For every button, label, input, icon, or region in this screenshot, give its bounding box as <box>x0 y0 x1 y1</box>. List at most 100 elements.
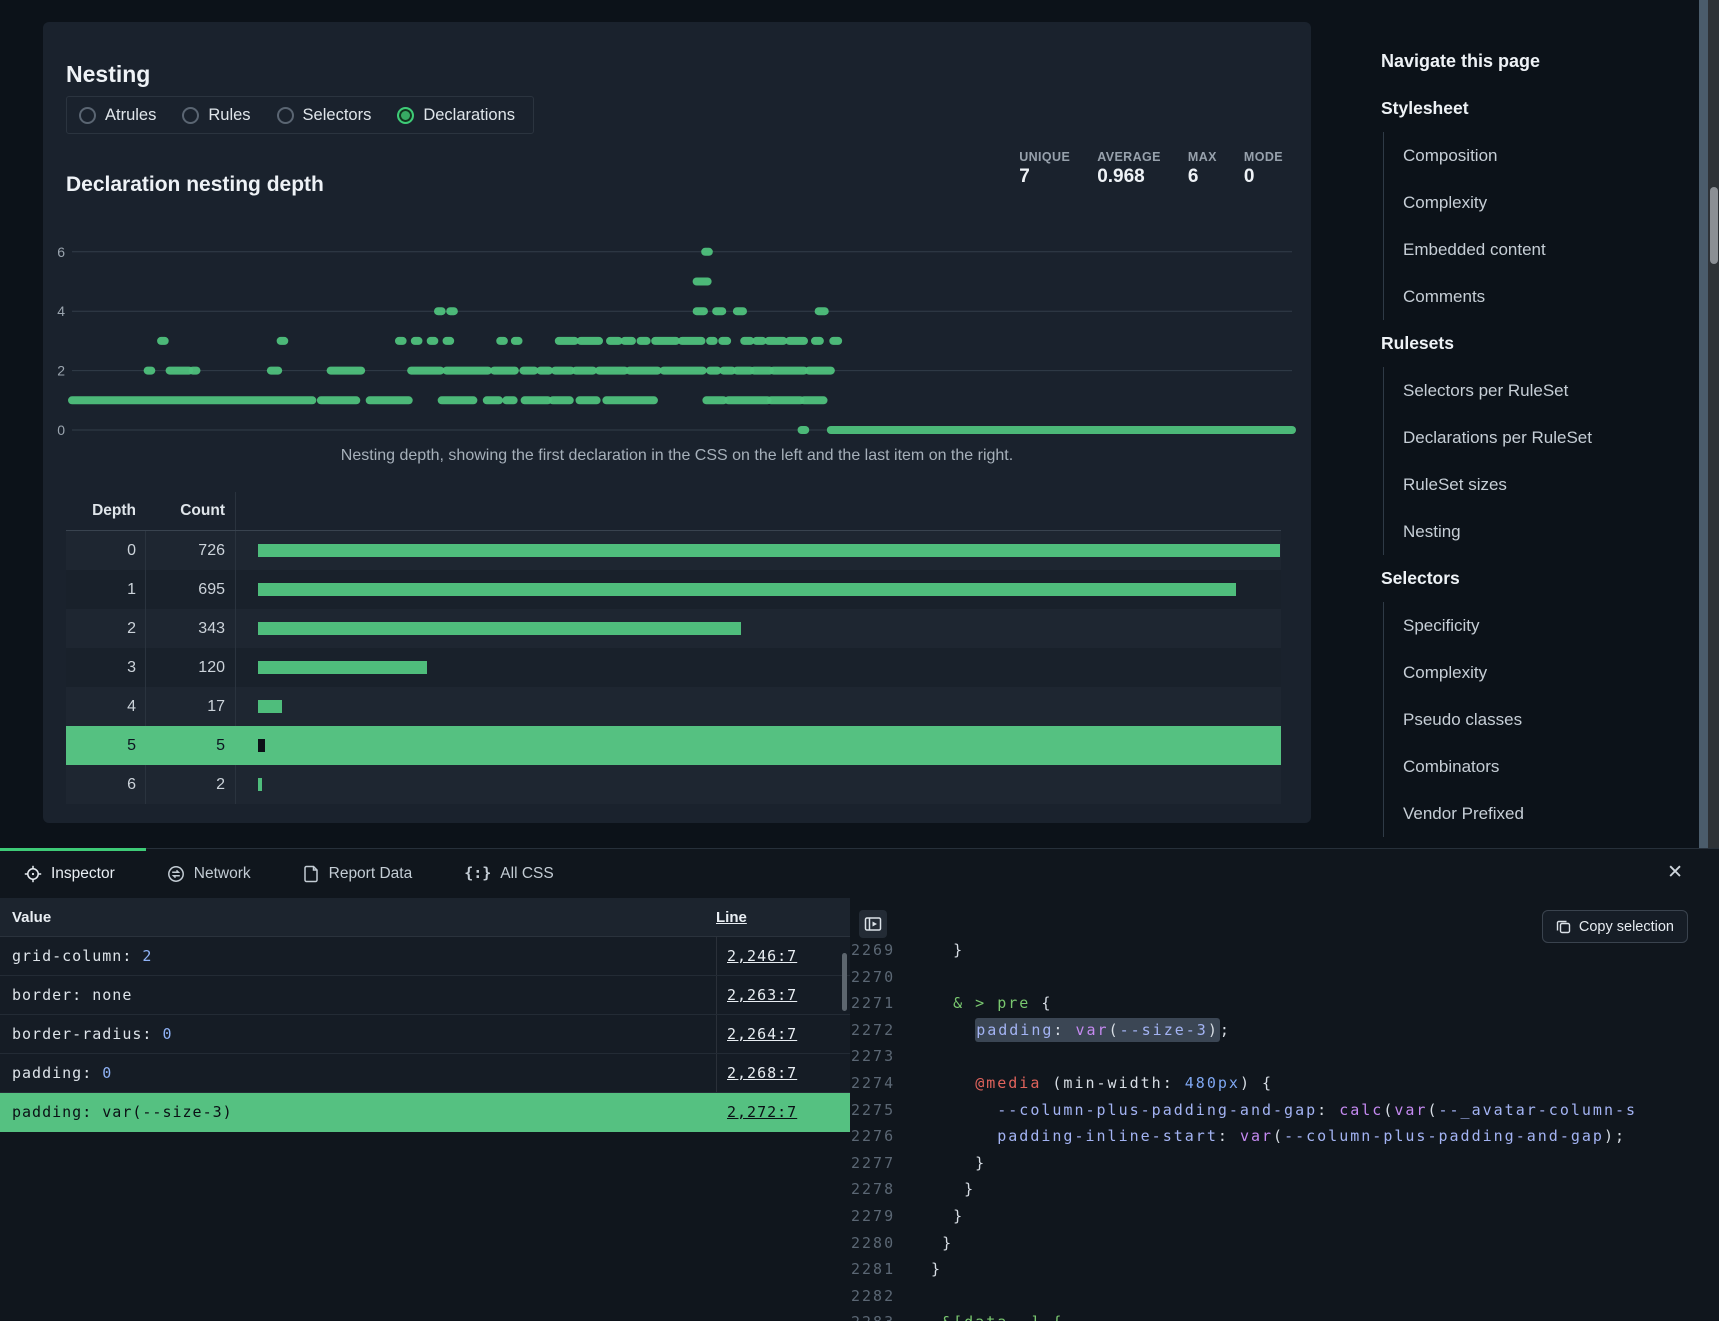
line-number: 2280 <box>851 1230 909 1257</box>
sidebar-item-vendor-prefixed[interactable]: Vendor Prefixed <box>1403 790 1681 837</box>
braces-icon: {:} <box>464 864 491 883</box>
css-source-code[interactable]: 2269 }22702271 & > pre {2272 padding: va… <box>851 937 1708 1321</box>
stat-value: 6 <box>1188 166 1217 188</box>
table-row-depth-1[interactable]: 1695 <box>66 570 1281 609</box>
nav-items: Selectors per RuleSetDeclarations per Ru… <box>1383 367 1681 555</box>
table-row-depth-3[interactable]: 3120 <box>66 648 1281 687</box>
line-content: } <box>909 1150 1708 1177</box>
inspector-scrollbar-thumb[interactable] <box>842 953 847 1011</box>
radio-option-selectors[interactable]: Selectors <box>277 106 372 125</box>
line-link[interactable]: 2,263:7 <box>727 986 797 1004</box>
sidebar-item-comments[interactable]: Comments <box>1403 273 1681 320</box>
sidebar-item-specificity[interactable]: Specificity <box>1403 602 1681 649</box>
inspector-row[interactable]: padding: 0 2,268:7 <box>0 1054 850 1093</box>
line-link[interactable]: 2,268:7 <box>727 1064 797 1082</box>
close-icon[interactable]: ✕ <box>1667 861 1683 884</box>
page-scrollbar-thumb[interactable] <box>1710 187 1718 264</box>
inspector-row[interactable]: grid-column: 22,246:7 <box>0 937 850 976</box>
code-line: 2273 <box>851 1043 1708 1070</box>
declaration-value: padding: var(--size-3) <box>0 1103 716 1121</box>
table-row-depth-6[interactable]: 62 <box>66 765 1281 804</box>
tab-report-data[interactable]: Report Data <box>303 865 413 883</box>
bar-cell <box>235 648 1281 687</box>
inspector-row[interactable]: border: none2,263:7 <box>0 976 850 1015</box>
stat-mode: MODE0 <box>1244 150 1283 188</box>
table-row-depth-0[interactable]: 0726 <box>66 531 1281 570</box>
code-pane: Copy selection 2269 }22702271 & > pre {2… <box>851 898 1708 1321</box>
line-content <box>909 1043 1708 1070</box>
radio-option-rules[interactable]: Rules <box>182 106 250 125</box>
y-tick-label: 2 <box>57 363 65 379</box>
depth-cell: 1 <box>66 581 145 599</box>
line-number: 2273 <box>851 1043 909 1070</box>
declaration-value: padding: 0 <box>0 1064 716 1082</box>
declaration-value: border-radius: 0 <box>0 1025 716 1043</box>
selection-highlight: padding: var(--size-3) <box>975 1018 1220 1042</box>
line-cell: 2,246:7 <box>716 937 850 975</box>
radio-option-declarations[interactable]: Declarations <box>397 106 515 125</box>
depth-cell: 3 <box>66 659 145 677</box>
tab-all-css[interactable]: {:}All CSS <box>464 864 554 883</box>
depth-cell: 0 <box>66 542 145 560</box>
page-navigation: Navigate this page StylesheetComposition… <box>1381 38 1681 837</box>
code-line: 2282 <box>851 1283 1708 1310</box>
inspector-row[interactable]: padding: var(--size-3) 2,272:7 <box>0 1093 850 1132</box>
line-number: 2272 <box>851 1017 909 1044</box>
sidebar-item-pseudo-classes[interactable]: Pseudo classes <box>1403 696 1681 743</box>
bar-cell <box>235 765 1281 804</box>
radio-option-atrules[interactable]: Atrules <box>79 106 156 125</box>
line-content: } <box>909 1256 1708 1283</box>
code-line: 2276 padding-inline-start: var(--column-… <box>851 1123 1708 1150</box>
line-link[interactable]: 2,272:7 <box>727 1103 797 1121</box>
radio-checked-icon <box>397 107 414 124</box>
table-row-depth-5[interactable]: 55 <box>66 726 1281 765</box>
page-title: Nesting <box>66 61 150 88</box>
sidebar-item-embedded-content[interactable]: Embedded content <box>1403 226 1681 273</box>
copy-selection-button[interactable]: Copy selection <box>1542 910 1688 943</box>
y-tick-label: 4 <box>57 303 65 319</box>
stat-label: AVERAGE <box>1097 150 1161 164</box>
active-tab-indicator <box>0 848 146 851</box>
stat-value: 0 <box>1244 166 1283 188</box>
nav-group-stylesheet: Stylesheet <box>1381 85 1681 132</box>
code-line: 2277 } <box>851 1150 1708 1177</box>
sync-icon <box>167 865 185 883</box>
table-row-depth-4[interactable]: 417 <box>66 687 1281 726</box>
y-tick-label: 0 <box>57 422 65 438</box>
sidebar-item-declarations-per-ruleset[interactable]: Declarations per RuleSet <box>1403 414 1681 461</box>
line-number: 2271 <box>851 990 909 1017</box>
tab-inspector[interactable]: Inspector <box>24 865 115 883</box>
count-cell: 120 <box>145 648 235 687</box>
y-tick-label: 6 <box>57 244 65 260</box>
sidebar-item-complexity[interactable]: Complexity <box>1403 179 1681 226</box>
code-line: 2274 @media (min-width: 480px) { <box>851 1070 1708 1097</box>
inspector-table-header: Value Line <box>0 898 850 937</box>
line-number: 2276 <box>851 1123 909 1150</box>
code-line: 2281 } <box>851 1256 1708 1283</box>
panel-expand-icon[interactable] <box>859 910 887 938</box>
sidebar-item-combinators[interactable]: Combinators <box>1403 743 1681 790</box>
line-number: 2278 <box>851 1176 909 1203</box>
value-column-header: Value <box>0 909 716 926</box>
sidebar-item-ruleset-sizes[interactable]: RuleSet sizes <box>1403 461 1681 508</box>
bar-cell <box>235 726 1281 765</box>
line-column-header[interactable]: Line <box>716 909 850 926</box>
inspector-row[interactable]: border-radius: 0 2,264:7 <box>0 1015 850 1054</box>
sidebar-item-nesting[interactable]: Nesting <box>1403 508 1681 555</box>
sidebar-item-selectors-per-ruleset[interactable]: Selectors per RuleSet <box>1403 367 1681 414</box>
stat-max: MAX6 <box>1188 150 1217 188</box>
nav-items: CompositionComplexityEmbedded contentCom… <box>1383 132 1681 320</box>
tab-network[interactable]: Network <box>167 865 251 883</box>
sidebar-item-complexity[interactable]: Complexity <box>1403 649 1681 696</box>
depth-table-header: Depth Count <box>66 492 1281 531</box>
line-link[interactable]: 2,246:7 <box>727 947 797 965</box>
sidebar-item-composition[interactable]: Composition <box>1403 132 1681 179</box>
depth-cell: 4 <box>66 698 145 716</box>
count-bar <box>258 700 282 713</box>
line-link[interactable]: 2,264:7 <box>727 1025 797 1043</box>
table-row-depth-2[interactable]: 2343 <box>66 609 1281 648</box>
line-number: 2282 <box>851 1283 909 1310</box>
count-cell: 17 <box>145 687 235 726</box>
stat-label: UNIQUE <box>1019 150 1070 164</box>
upper-pane-scrollbar[interactable] <box>1699 0 1708 848</box>
